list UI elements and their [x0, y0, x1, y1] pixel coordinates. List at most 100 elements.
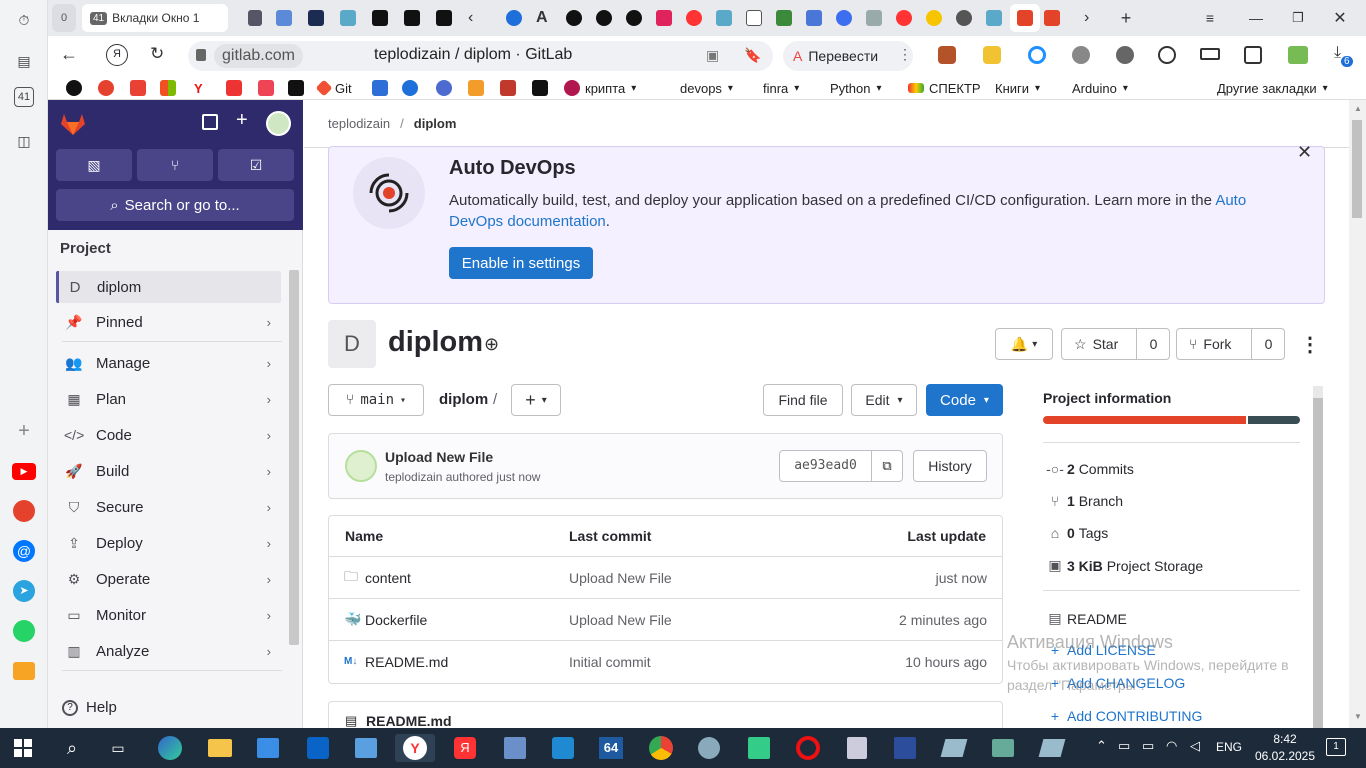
- sidebar-item-plan[interactable]: ▦ Plan ›: [56, 383, 281, 415]
- bookmark-icon-item[interactable]: [468, 79, 489, 97]
- sidebar-item-analyze[interactable]: ▥ Analyze ›: [56, 635, 281, 667]
- yandex-mail-icon[interactable]: [10, 657, 38, 685]
- sidebar-item-build[interactable]: 🚀 Build ›: [56, 455, 281, 487]
- gitlab-logo-icon[interactable]: [60, 112, 86, 136]
- merge-requests-button[interactable]: ⑂: [137, 149, 213, 181]
- tab[interactable]: [776, 4, 792, 32]
- bookmark-icon-item[interactable]: [402, 79, 423, 97]
- sidebar-item-deploy[interactable]: ⇪ Deploy ›: [56, 527, 281, 559]
- file-commit-link[interactable]: Initial commit: [569, 654, 651, 670]
- bookmark-git[interactable]: Git: [315, 79, 352, 97]
- yandex-icon[interactable]: Я: [106, 44, 128, 66]
- commit-sha[interactable]: ae93ead0: [780, 451, 872, 481]
- bookmark-books[interactable]: Книги ▾: [995, 79, 1040, 97]
- extension-icon[interactable]: [1244, 46, 1262, 64]
- add-contributing-link[interactable]: + Add CONTRIBUTING: [1043, 708, 1202, 724]
- bookmark-icon-item[interactable]: [436, 79, 457, 97]
- tab[interactable]: [686, 4, 702, 32]
- tab[interactable]: [926, 4, 942, 32]
- new-item-icon[interactable]: +: [236, 109, 248, 132]
- app-icon[interactable]: [988, 734, 1018, 762]
- table-row[interactable]: 🗀 content Upload New File just now: [328, 556, 1003, 598]
- storage-link[interactable]: ▣ 3 KiB Project Storage: [1043, 557, 1203, 574]
- tab[interactable]: [896, 4, 912, 32]
- tab[interactable]: [248, 4, 262, 32]
- more-actions-icon[interactable]: ⋮: [1300, 332, 1320, 357]
- right-panel-scrollbar[interactable]: [1313, 386, 1323, 728]
- tab[interactable]: [836, 4, 852, 32]
- search-button[interactable]: ⌕ Search or go to...: [56, 189, 294, 221]
- wifi-icon[interactable]: ◠: [1166, 738, 1177, 754]
- bookmark-arduino[interactable]: Arduino ▾: [1072, 79, 1128, 97]
- tab[interactable]: [404, 4, 420, 32]
- edge-icon[interactable]: [155, 734, 185, 762]
- bookmark-other[interactable]: Другие закладки ▾: [1217, 79, 1328, 97]
- tab[interactable]: [746, 4, 762, 32]
- add-panel-icon[interactable]: +: [10, 417, 38, 445]
- history-icon[interactable]: ⏱: [10, 6, 38, 34]
- whatsapp-icon[interactable]: [10, 617, 38, 645]
- chevron-up-icon[interactable]: ⌃: [1096, 738, 1107, 754]
- bookmark-icon-item[interactable]: [258, 79, 279, 97]
- sidebar-item-pinned[interactable]: 📌 Pinned ›: [56, 306, 281, 338]
- bookmark-icon-item[interactable]: [288, 79, 309, 97]
- sidebar-item-operate[interactable]: ⚙ Operate ›: [56, 563, 281, 595]
- tab[interactable]: [986, 4, 1002, 32]
- branch-selector[interactable]: ⑂ main ▾: [328, 384, 424, 416]
- page-scrollbar[interactable]: ▲ ▼: [1349, 100, 1366, 728]
- tray-icon[interactable]: ▭: [1118, 738, 1130, 754]
- battery-icon[interactable]: [1200, 48, 1220, 60]
- help-button[interactable]: ? Help: [62, 699, 117, 716]
- tabs-counter-icon[interactable]: 41: [14, 87, 34, 107]
- bookmark-python[interactable]: Python ▾: [830, 79, 882, 97]
- extension-icon[interactable]: [938, 46, 956, 64]
- close-icon[interactable]: ✕: [1297, 142, 1312, 163]
- bookmark-icon-item[interactable]: [532, 79, 553, 97]
- network-app-icon[interactable]: [500, 734, 530, 762]
- app-icon[interactable]: [939, 734, 969, 762]
- store-icon[interactable]: [253, 734, 283, 762]
- tab[interactable]: [956, 4, 972, 32]
- tab[interactable]: [340, 4, 356, 32]
- mail-at-icon[interactable]: @: [10, 537, 38, 565]
- tab-active[interactable]: 41 Вкладки Окно 1: [82, 4, 228, 32]
- tab[interactable]: [566, 4, 582, 32]
- file-commit-link[interactable]: Upload New File: [569, 612, 672, 628]
- extension-icon[interactable]: ▣: [706, 47, 719, 64]
- tab[interactable]: [436, 4, 452, 32]
- reload-icon[interactable]: ↻: [150, 44, 164, 64]
- bookmark-icon-item[interactable]: [372, 79, 393, 97]
- tab-counter[interactable]: 0: [52, 4, 76, 32]
- play-icon[interactable]: [1158, 46, 1176, 64]
- language-indicator[interactable]: ENG: [1216, 740, 1242, 754]
- add-file-dropdown[interactable]: + ▾: [511, 384, 561, 416]
- bookmark-devops[interactable]: devops ▾: [680, 79, 733, 97]
- tab[interactable]: [308, 4, 324, 32]
- bookmark-icon[interactable]: 🔖: [744, 47, 761, 64]
- bookmark-icon-item[interactable]: [226, 79, 247, 97]
- yandex-icon[interactable]: Я: [450, 734, 480, 762]
- telegram-icon[interactable]: ➤: [10, 577, 38, 605]
- more-icon[interactable]: ⋮: [898, 46, 912, 63]
- download-icon[interactable]: ⤓: [1334, 44, 1341, 62]
- commits-link[interactable]: -○- 2 Commits: [1043, 461, 1134, 477]
- chrome-icon[interactable]: [646, 734, 676, 762]
- clock-time[interactable]: 8:42: [1255, 732, 1315, 746]
- translate-button[interactable]: A Перевести: [783, 41, 913, 71]
- notifications-icon[interactable]: 1: [1326, 738, 1346, 756]
- enable-in-settings-button[interactable]: Enable in settings: [449, 247, 593, 279]
- app-64-icon[interactable]: 64: [596, 734, 626, 762]
- bookmark-icon-item[interactable]: [160, 79, 181, 97]
- copy-icon[interactable]: ⧉: [872, 451, 902, 481]
- app-icon[interactable]: [744, 734, 774, 762]
- sidebar-toggle-icon[interactable]: [202, 114, 218, 130]
- file-name-link[interactable]: Dockerfile: [365, 612, 427, 628]
- explorer-icon[interactable]: [205, 734, 235, 762]
- table-row[interactable]: 🐳 Dockerfile Upload New File 2 minutes a…: [328, 598, 1003, 640]
- screenshot-icon[interactable]: ◫: [10, 127, 38, 155]
- fork-button[interactable]: ⑂ Fork 0: [1176, 328, 1285, 360]
- extension-icon[interactable]: [1288, 46, 1308, 64]
- tab[interactable]: [1010, 4, 1040, 32]
- tags-link[interactable]: ⌂ 0 Tags: [1043, 525, 1109, 541]
- close-window-icon[interactable]: ✕: [1328, 4, 1352, 32]
